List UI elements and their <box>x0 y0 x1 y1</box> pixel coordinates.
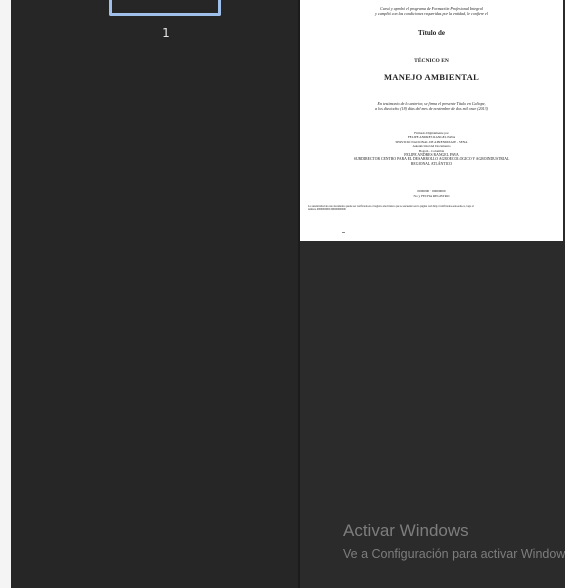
page-number-label: 1 <box>162 26 170 40</box>
signer-region: REGIONAL ATLÁNTICO <box>410 161 453 166</box>
certificate-testimony: En testimonio de lo anterior, se firma e… <box>375 101 488 111</box>
certificate-program-name: MANEJO AMBIENTAL <box>383 72 480 82</box>
digital-signature-block: Firmado Digitalmente por FELIPE ANDRES R… <box>300 131 563 166</box>
thumbnail-panel[interactable]: 1 <box>11 0 298 588</box>
registry-line: No y FECHA REGISTRO <box>413 194 450 198</box>
watermark-subtitle: Ve a Configuración para activar Windows. <box>343 547 565 561</box>
window-edge <box>0 0 11 588</box>
certificate-title: Título de <box>417 29 446 37</box>
page-mark <box>342 232 345 233</box>
certificate-serial: 0000000 · 00000000 No y FECHA REGISTRO <box>300 189 563 199</box>
certificate-degree-label: TÉCNICO EN <box>414 58 449 64</box>
verification-note: La autenticidad de este documento puede … <box>308 205 474 212</box>
watermark-title: Activar Windows <box>343 521 469 540</box>
activate-windows-watermark: Activar Windows Ve a Configuración para … <box>343 520 565 563</box>
document-page: Cursó y aprobó el programa de Formación … <box>300 0 563 241</box>
page-thumbnail-selected[interactable] <box>109 0 221 16</box>
certificate-intro: Cursó y aprobó el programa de Formación … <box>375 6 488 16</box>
